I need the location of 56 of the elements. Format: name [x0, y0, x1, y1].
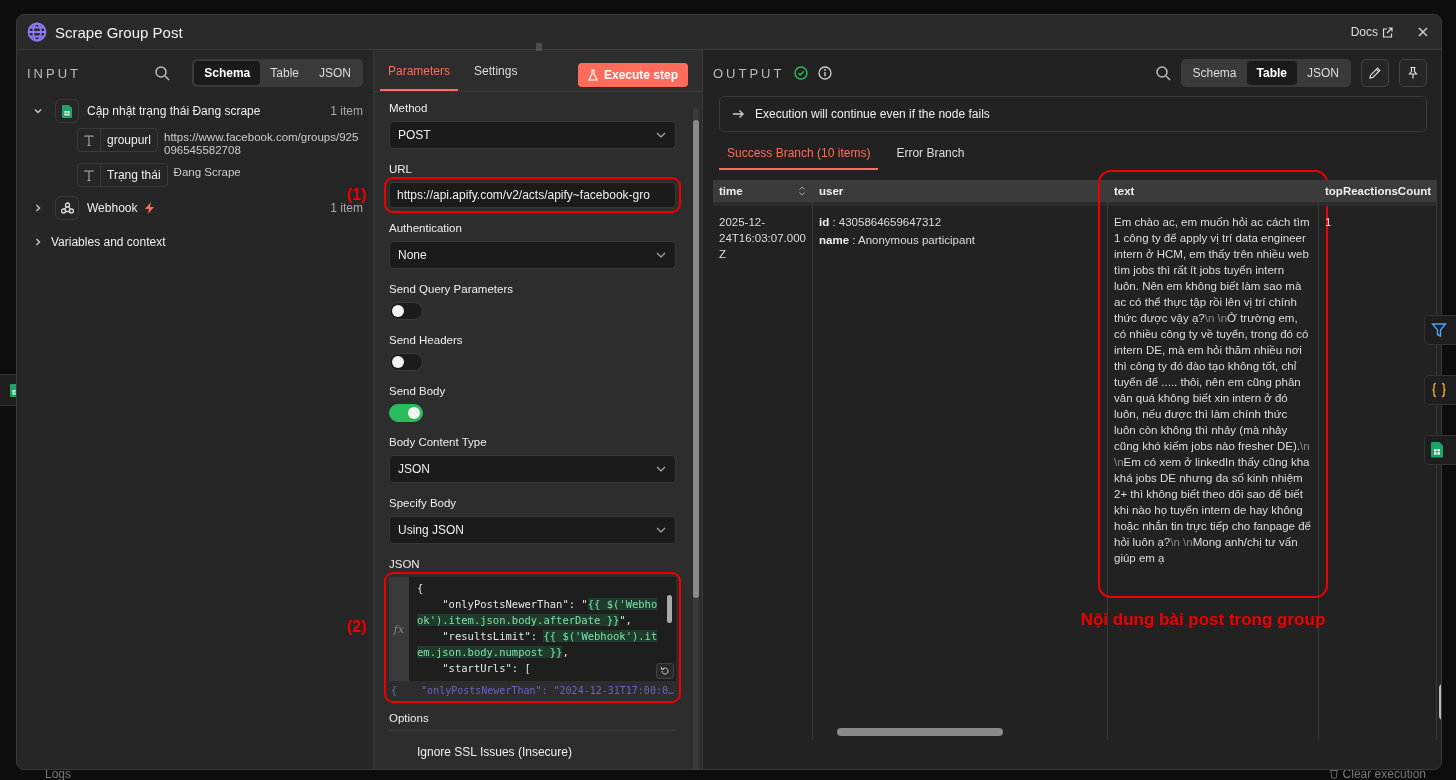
- branch-tab[interactable]: Error Branch: [888, 142, 973, 170]
- code-editor[interactable]: fx { "onlyPostsNewerThan": "{{ $('Webhook').item.json.body.afterDate }}", "resultsLimit": {{ $('Webhook').item.json.body.numpost }}, "startUrls": [: [389, 577, 676, 681]
- field-label: Specify Body: [389, 497, 458, 510]
- view-tab[interactable]: JSON: [1297, 61, 1349, 85]
- result-preview: { "onlyPostsNewerThan": "2024-12-31T17:00:0…: [390, 684, 675, 698]
- field-label: JSON: [389, 558, 421, 571]
- field-label: Method: [389, 102, 429, 115]
- view-tab[interactable]: Schema: [194, 61, 261, 85]
- annotation-caption: Nội dung bài post trong group: [1080, 610, 1326, 630]
- code-line: "startUrls": [: [441, 661, 532, 676]
- item-count: 1 item: [330, 104, 363, 118]
- code-line: {: [417, 581, 425, 596]
- field-label: Body Content Type: [389, 436, 488, 449]
- pane-heading: OUTPUT: [713, 65, 785, 81]
- dropdown[interactable]: JSON: [389, 455, 676, 483]
- field-label: Send Headers: [389, 334, 464, 347]
- section-label: Options: [389, 712, 676, 731]
- dropdown[interactable]: Using JSON: [389, 516, 676, 544]
- notice-text: Execution will continue even if the node fails: [755, 107, 990, 121]
- annotation-label: (2): [347, 618, 367, 636]
- tab[interactable]: Settings: [466, 64, 526, 91]
- annotation-label: (1): [347, 186, 367, 203]
- field-label: Send Body: [389, 385, 447, 398]
- field-value: https://www.facebook.com/groups/925096545582708: [164, 130, 360, 157]
- view-tab[interactable]: Schema: [1182, 61, 1247, 85]
- branch-tab[interactable]: Success Branch (10 items): [719, 142, 879, 170]
- column-header[interactable]: time: [713, 180, 812, 202]
- tree-item[interactable]: Variables and context: [51, 235, 166, 249]
- window-title: Scrape Group Post: [55, 23, 184, 41]
- column-header[interactable]: user: [813, 180, 1107, 202]
- field-label: Send Query Parameters: [389, 283, 514, 296]
- dropdown[interactable]: POST: [389, 121, 676, 149]
- tab[interactable]: Parameters: [380, 64, 459, 91]
- column-header[interactable]: topReactionsCount: [1319, 180, 1436, 202]
- field-value: Đang Scrape: [173, 165, 242, 179]
- field-chip[interactable]: groupurl: [77, 128, 159, 152]
- table-cell-text: id : 4305864659647312: [819, 215, 943, 230]
- field-chip[interactable]: Trạng thái: [77, 163, 168, 187]
- node-label[interactable]: Cập nhật trạng thái Đang scrape: [87, 104, 261, 118]
- table-cell-text: 1: [1325, 215, 1333, 230]
- field-label: Authentication: [389, 222, 463, 235]
- table-cell-text: name : Anonymous participant: [819, 233, 976, 248]
- expression-marker: fx: [389, 577, 409, 681]
- option-item[interactable]: Ignore SSL Issues (Insecure): [389, 731, 676, 759]
- field-label: URL: [389, 163, 413, 176]
- logs-label[interactable]: Logs: [45, 766, 72, 780]
- dropdown[interactable]: None: [389, 241, 676, 269]
- column-header[interactable]: text: [1108, 180, 1318, 202]
- view-tab[interactable]: JSON: [309, 61, 361, 85]
- view-tab[interactable]: Table: [1246, 61, 1297, 85]
- post-text: Em chào ac, em muốn hỏi ac cách tìm 1 công ty để apply vị trí data engineer intern ở HCM, em thấy trên nhiều web tìm jobs thì rất ít jobs tuyển intern luôn. Nên em không biết làm sao mà ac có thể thực tập rồi lên vị trí chính thức được vậy ạ?\n \nỞ trường em, có nhiều công ty về tuyển, trong đó có intern DE, mà em hỏi thăm nhiều nơi thì công ty đó đào tạo không tốt, chỉ tuyển để ..... thôi, nên em cũng phân vân quá không biết xin intern ở đó luôn, nếu được thì làm chính thức luôn còn không thì nhảy (mà nhảy cũng khó kiếm jobs nào fresher DE).\n \nEm có xem ở linkedIn thấy cũng kha khá jobs DE nhưng đa số kinh nhiệm 2+ thì không biết theo dõi sao để biết khi nào họ tuyển intern de hay không hoặc nhắn tin trực tiếp cho fanpage để hỏi luôn ạ?\n \nMong anh/chị tư vấn giúp em ạ: [1114, 215, 1312, 566]
- node-label[interactable]: Webhook: [87, 201, 138, 215]
- pane-heading: INPUT: [27, 65, 81, 81]
- docs-link[interactable]: Docs: [1350, 25, 1393, 39]
- view-tab[interactable]: Table: [260, 61, 309, 85]
- table-cell-text: 2025-12-24T16:03:07.000Z: [719, 215, 806, 262]
